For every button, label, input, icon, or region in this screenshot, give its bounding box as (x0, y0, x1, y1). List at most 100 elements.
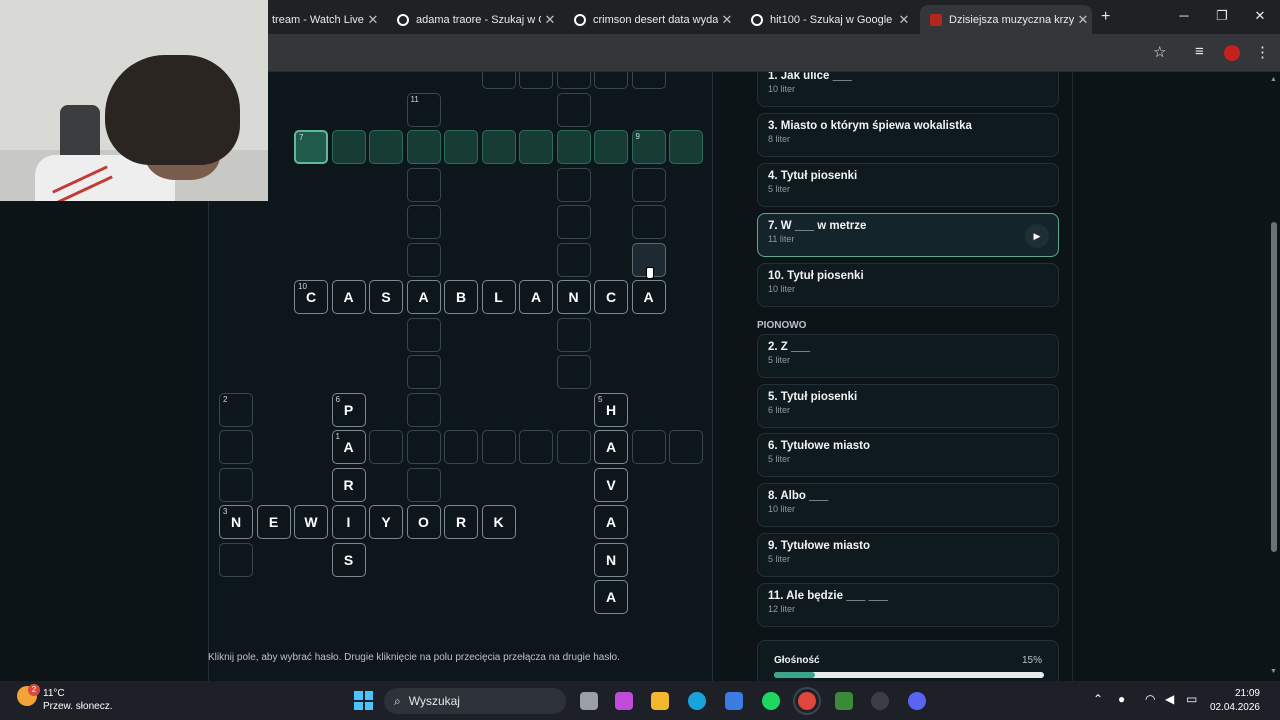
crossword-cell[interactable] (444, 430, 478, 464)
crossword-cell[interactable] (631, 72, 666, 89)
crossword-cell[interactable] (219, 467, 253, 502)
browser-tab-active[interactable]: Dzisiejsza muzyczna krzyż ✕ (920, 5, 1092, 34)
copilot-icon[interactable] (615, 692, 633, 710)
crossword-cell[interactable] (519, 130, 553, 164)
crossword-cell-filled[interactable]: 5H (594, 392, 628, 427)
page-scrollbar[interactable]: ▲ ▼ (1268, 72, 1280, 681)
crossword-cell[interactable] (556, 167, 591, 202)
crossword-cell[interactable] (369, 430, 403, 464)
clue-item[interactable]: 5. Tytuł piosenki 6 liter (757, 384, 1059, 428)
crossword-cell[interactable] (556, 72, 591, 89)
crossword-cell-filled[interactable]: S (331, 542, 366, 577)
maximize-icon[interactable]: ❐ (1212, 8, 1232, 24)
minimize-icon[interactable]: ─ (1174, 8, 1194, 23)
crossword-cell[interactable] (406, 130, 441, 164)
discord-icon[interactable] (908, 692, 926, 710)
crossword-cell[interactable] (331, 130, 366, 164)
window-close-icon[interactable]: ✕ (1250, 8, 1270, 24)
crossword-cell-filled[interactable]: C (594, 280, 628, 314)
crossword-cell[interactable] (219, 542, 253, 577)
scroll-up-icon[interactable]: ▲ (1270, 76, 1277, 83)
tab-close-icon[interactable]: ✕ (1074, 12, 1092, 28)
crossword-cell[interactable] (519, 430, 553, 464)
speaker-icon[interactable]: ◀ (1165, 692, 1174, 706)
crossword-cell-filled[interactable]: R (444, 505, 478, 539)
crossword-cell[interactable] (631, 167, 666, 202)
chrome-icon[interactable] (793, 687, 821, 715)
app-icon[interactable] (871, 692, 889, 710)
crossword-cell-filled[interactable]: O (406, 505, 441, 539)
clue-item[interactable]: 3. Miasto o którym śpiewa wokalistka 8 l… (757, 113, 1059, 157)
media-control-icon[interactable]: ≡ (1195, 43, 1204, 60)
crossword-cell[interactable] (556, 430, 591, 464)
file-explorer-icon[interactable] (651, 692, 669, 710)
crossword-cell[interactable] (669, 130, 703, 164)
crossword-cell[interactable] (406, 467, 441, 502)
weather-temperature[interactable]: 11°C (43, 688, 65, 699)
browser-tab[interactable]: tream - Watch Live ✕ (262, 5, 382, 34)
clue-item[interactable]: 10. Tytuł piosenki 10 liter (757, 263, 1059, 307)
crossword-cell-filled[interactable]: N (556, 280, 591, 314)
browser-tab[interactable]: crimson desert data wydan ✕ (564, 5, 736, 34)
crossword-cell[interactable] (556, 130, 591, 164)
weather-condition[interactable]: Przew. słonecz. (43, 701, 112, 712)
crossword-cell-filled[interactable]: L (481, 280, 516, 314)
crossword-cell[interactable] (594, 72, 628, 89)
tab-close-icon[interactable]: ✕ (541, 12, 559, 28)
profile-avatar[interactable] (1224, 45, 1240, 61)
clue-item-active[interactable]: 7. W ___ w metrze 11 liter ▶ (757, 213, 1059, 257)
crossword-cell[interactable] (369, 130, 403, 164)
crossword-cell[interactable] (519, 72, 553, 89)
crossword-cell-filled[interactable]: K (481, 505, 516, 539)
crossword-cell[interactable] (406, 355, 441, 389)
tab-close-icon[interactable]: ✕ (364, 12, 382, 28)
start-icon[interactable] (354, 691, 373, 710)
crossword-cell-filled[interactable]: 10 C (294, 280, 328, 314)
crossword-cell-filled[interactable]: A (519, 280, 553, 314)
crossword-cell[interactable] (556, 355, 591, 389)
crossword-cell-filled[interactable]: S (369, 280, 403, 314)
crossword-cell-filled[interactable]: 6P (331, 392, 366, 427)
browser-tab[interactable]: adama traore - Szukaj w Go ✕ (387, 5, 559, 34)
clue-item[interactable]: 6. Tytułowe miasto 5 liter (757, 433, 1059, 477)
app-icon[interactable] (835, 692, 853, 710)
crossword-cell[interactable]: 7 (294, 130, 328, 164)
crossword-cell[interactable]: 4 (481, 72, 516, 89)
crossword-cell-filled[interactable]: A (594, 580, 628, 614)
crossword-cell-filled[interactable]: Y (369, 505, 403, 539)
crossword-cell[interactable] (631, 430, 666, 464)
crossword-cell[interactable] (594, 130, 628, 164)
microphone-icon[interactable]: ● (1118, 692, 1125, 706)
crossword-cell[interactable]: 2 (219, 392, 253, 427)
clue-item[interactable]: 2. Z ___ 5 liter (757, 334, 1059, 378)
clue-item[interactable]: 11. Ale będzie ___ ___ 12 liter (757, 583, 1059, 627)
crossword-cell[interactable] (406, 430, 441, 464)
crossword-cell[interactable] (406, 205, 441, 239)
crossword-cell[interactable] (669, 430, 703, 464)
crossword-cell-filled[interactable]: R (331, 467, 366, 502)
crossword-cell[interactable] (481, 130, 516, 164)
crossword-cell[interactable] (631, 205, 666, 239)
crossword-cell[interactable] (481, 430, 516, 464)
crossword-cell[interactable] (406, 242, 441, 277)
play-icon[interactable]: ▶ (1025, 224, 1049, 248)
new-tab-button[interactable]: + (1101, 8, 1110, 26)
crossword-cell-filled[interactable]: 3N (219, 505, 253, 539)
store-icon[interactable] (725, 692, 743, 710)
taskbar-clock[interactable]: 21:09 02.04.2026 (1210, 687, 1260, 715)
crossword-cell[interactable] (219, 430, 253, 464)
crossword-cell[interactable]: 11 (406, 92, 441, 127)
crossword-cell-filled[interactable]: E (256, 505, 291, 539)
clue-item[interactable]: 1. Jak ulice ___ 10 liter (757, 72, 1059, 107)
clue-item[interactable]: 9. Tytułowe miasto 5 liter (757, 533, 1059, 577)
scroll-down-icon[interactable]: ▼ (1270, 668, 1277, 675)
crossword-cell-filled[interactable]: A (594, 430, 628, 464)
crossword-cell[interactable]: 9 (631, 130, 666, 164)
crossword-cell[interactable] (406, 317, 441, 352)
crossword-cell[interactable] (556, 317, 591, 352)
crossword-cell[interactable] (406, 167, 441, 202)
crossword-cell[interactable] (556, 205, 591, 239)
crossword-cell[interactable] (444, 130, 478, 164)
crossword-cell-filled[interactable]: A (331, 280, 366, 314)
tab-close-icon[interactable]: ✕ (895, 12, 913, 28)
